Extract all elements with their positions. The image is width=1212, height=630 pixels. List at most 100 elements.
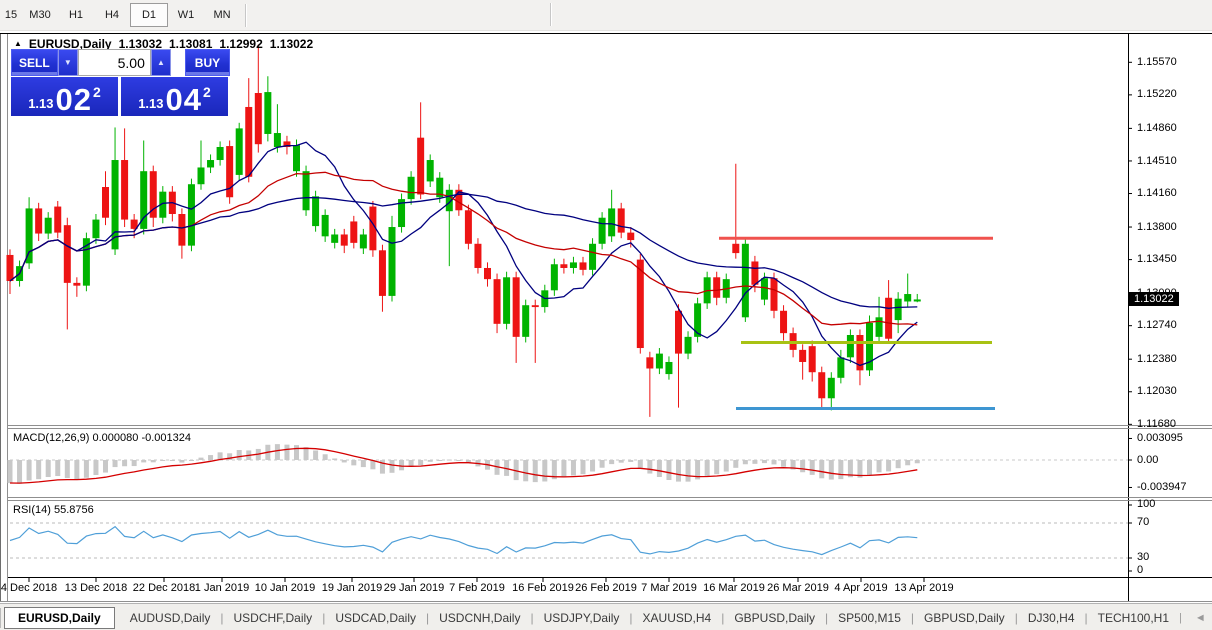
one-click-trading-panel: SELL ▼ ▲ BUY 1.13 02 2 1.13 04 2: [11, 49, 230, 116]
candle-body: [25, 208, 33, 264]
macd-histogram-bar: [809, 460, 815, 475]
macd-histogram-bar: [590, 460, 596, 472]
candle-body: [302, 171, 310, 211]
candle-body: [636, 259, 644, 349]
candle-body: [741, 243, 749, 318]
macd-histogram-bar: [666, 460, 672, 480]
macd-histogram-bar: [742, 460, 748, 465]
macd-histogram-bar: [36, 460, 42, 480]
macd-histogram-bar: [332, 458, 338, 460]
buy-price-button[interactable]: 1.13 04 2: [121, 77, 228, 116]
candle-body: [550, 264, 558, 291]
macd-histogram-bar: [399, 460, 405, 471]
macd-label: MACD(12,26,9) 0.000080 -0.001324: [13, 432, 191, 444]
macd-histogram-bar: [303, 447, 309, 460]
macd-histogram-bar: [169, 460, 175, 461]
sell-price-button[interactable]: 1.13 02 2: [11, 77, 118, 116]
macd-histogram-bar: [179, 460, 185, 463]
macd-histogram-bar: [609, 460, 615, 465]
macd-histogram-bar: [55, 460, 61, 477]
candle-body: [493, 279, 501, 324]
macd-histogram-bar: [905, 460, 911, 466]
candle-body: [799, 349, 807, 362]
candle-body: [474, 243, 482, 268]
candle-body: [531, 305, 539, 308]
candle-body: [885, 297, 893, 339]
sell-price-prefix: 1.13: [28, 96, 54, 111]
candle-body: [732, 243, 740, 254]
macd-histogram-bar: [838, 460, 844, 480]
candle-body: [780, 310, 788, 334]
candle-body: [598, 217, 606, 244]
candle-body: [235, 128, 243, 175]
macd-histogram-bar: [389, 460, 395, 473]
sell-button[interactable]: SELL: [11, 49, 58, 76]
macd-histogram-bar: [141, 460, 147, 463]
rsi-line: [9, 525, 918, 556]
candle-body: [359, 234, 367, 249]
candle-body: [63, 225, 71, 283]
macd-histogram-bar: [7, 460, 13, 484]
macd-histogram-bar: [580, 460, 586, 475]
candle-body: [111, 160, 119, 250]
collapse-icon[interactable]: ▲: [14, 39, 22, 48]
candle-body: [378, 250, 386, 296]
candle-body: [522, 305, 530, 337]
macd-histogram-bar: [570, 460, 576, 476]
candle-body: [54, 206, 62, 233]
volume-input[interactable]: [77, 49, 151, 76]
candle-body: [264, 92, 272, 134]
macd-histogram-bar: [723, 460, 729, 472]
macd-histogram-bar: [886, 460, 892, 472]
macd-histogram-bar: [64, 460, 70, 479]
volume-up-button[interactable]: ▲: [150, 49, 171, 76]
buy-button[interactable]: BUY: [184, 49, 230, 76]
candle-body: [770, 278, 778, 311]
macd-histogram-bar: [599, 460, 605, 468]
macd-histogram-bar: [341, 460, 347, 463]
current-price-tag: 1.13022: [1129, 292, 1179, 306]
macd-histogram-bar: [103, 460, 108, 473]
macd-signal-value: -0.001324: [141, 432, 191, 444]
macd-histogram-bar: [236, 450, 242, 460]
macd-histogram-bar: [800, 460, 806, 473]
candle-body: [6, 254, 14, 282]
candle-body: [579, 262, 587, 270]
buy-price-prefix: 1.13: [138, 96, 164, 111]
candle-body: [569, 262, 577, 268]
candle-body: [655, 353, 663, 369]
candle-body: [426, 160, 434, 182]
candle-body: [665, 361, 673, 375]
buy-price-big: 04: [165, 82, 202, 118]
rsi-value: 55.8756: [53, 504, 94, 516]
candle-body: [713, 277, 721, 298]
macd-histogram-bar: [427, 460, 433, 462]
candle-body: [407, 176, 415, 200]
candle-body: [321, 214, 329, 237]
macd-histogram-bar: [198, 457, 204, 460]
macd-histogram-bar: [828, 460, 834, 480]
candle-body: [684, 336, 692, 354]
candle-body: [178, 214, 186, 246]
macd-histogram-bar: [351, 460, 357, 466]
candle-body: [197, 167, 205, 185]
macd-histogram-bar: [456, 460, 462, 461]
macd-histogram-bar: [45, 460, 51, 478]
macd-histogram-bar: [618, 460, 624, 463]
candle-body: [875, 317, 883, 337]
ohlc-close: 1.13022: [269, 37, 314, 51]
candle-body: [589, 243, 597, 270]
volume-down-button[interactable]: ▼: [57, 49, 78, 76]
macd-histogram-bar: [74, 460, 80, 480]
candle-body: [273, 133, 281, 147]
rsi-label: RSI(14) 55.8756: [13, 504, 94, 516]
candle-body: [417, 137, 425, 195]
macd-histogram-bar: [685, 460, 691, 482]
macd-histogram-bar: [83, 460, 89, 478]
candle-body: [92, 219, 100, 239]
candle-body: [35, 208, 43, 234]
macd-histogram-bar: [274, 444, 280, 460]
macd-histogram-bar: [532, 460, 538, 483]
macd-histogram-bar: [150, 460, 156, 463]
macd-histogram-bar: [294, 445, 299, 460]
